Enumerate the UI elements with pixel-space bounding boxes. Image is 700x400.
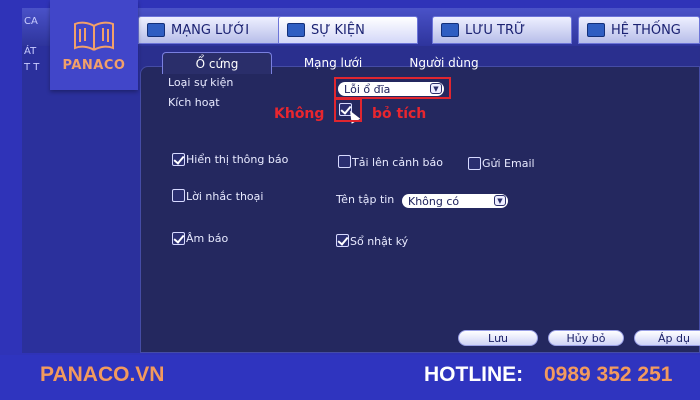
left-menu-item[interactable]: ÁT [24, 46, 36, 57]
subtab-user[interactable]: Người dùng [394, 52, 494, 74]
tab-network-label: MẠNG LƯỚI [171, 22, 250, 38]
subtab-network[interactable]: Mạng lưới [288, 52, 378, 74]
site-url: PANACO.VN [40, 363, 165, 386]
tab-network[interactable]: MẠNG LƯỚI [138, 16, 288, 44]
highlight-enable [334, 98, 362, 122]
file-name-label: Tên tập tin [336, 193, 395, 206]
send-email-checkbox[interactable] [468, 157, 481, 170]
show-message-label: Hiển thị thông báo [186, 153, 289, 166]
voice-prompt-label: Lời nhắc thoại [186, 190, 264, 203]
network-icon [147, 23, 165, 37]
upload-alarm-checkbox[interactable] [338, 155, 351, 168]
tab-storage-label: LƯU TRỮ [465, 22, 526, 38]
file-name-select[interactable]: Không có ▼ [402, 194, 508, 208]
page-frame: MẠNG LƯỚI SỰ KIỆN LƯU TRỮ HỆ THỐNG ÁT T … [0, 0, 700, 400]
enable-label: Kích hoạt [168, 96, 220, 109]
tab-system[interactable]: HỆ THỐNG [578, 16, 700, 44]
logo-text: PANACO [62, 57, 126, 73]
tab-event-label: SỰ KIỆN [311, 22, 365, 38]
send-email-label: Gửi Email [482, 157, 535, 170]
open-book-icon [74, 21, 114, 51]
system-icon [587, 23, 605, 37]
annotation-left: Không [274, 106, 325, 122]
event-icon [287, 23, 305, 37]
buzzer-checkbox[interactable] [172, 232, 185, 245]
tab-event[interactable]: SỰ KIỆN [278, 16, 418, 44]
annotation-right: bỏ tích [372, 106, 427, 122]
subtab-hdd[interactable]: Ổ cứng [162, 52, 272, 74]
buzzer-label: Âm báo [186, 232, 229, 245]
left-menu-item[interactable]: T T [24, 62, 39, 73]
save-button[interactable]: Lưu [458, 330, 538, 346]
file-name-value: Không có [408, 194, 460, 208]
log-label: Sổ nhật ký [350, 235, 409, 248]
chevron-down-icon: ▼ [494, 195, 506, 206]
upload-alarm-label: Tải lên cảnh báo [352, 156, 443, 169]
left-menu-stub: ÁT T T [22, 46, 140, 353]
footer-banner: PANACO.VN HOTLINE: 0989 352 251 [0, 355, 700, 400]
highlight-event-type [334, 77, 451, 99]
storage-icon [441, 23, 459, 37]
apply-button[interactable]: Áp dụ [634, 330, 700, 346]
event-type-label: Loại sự kiện [168, 76, 234, 89]
cancel-button[interactable]: Hủy bỏ [548, 330, 624, 346]
panaco-logo: PANACO [50, 0, 138, 90]
voice-prompt-checkbox[interactable] [172, 189, 185, 202]
hotline-label: HOTLINE: [424, 363, 524, 386]
log-checkbox[interactable] [336, 234, 349, 247]
hotline-number: 0989 352 251 [544, 363, 673, 386]
left-menu-item[interactable]: CA [24, 16, 38, 27]
tab-system-label: HỆ THỐNG [611, 22, 681, 38]
tab-storage[interactable]: LƯU TRỮ [432, 16, 572, 44]
show-message-checkbox[interactable] [172, 153, 185, 166]
